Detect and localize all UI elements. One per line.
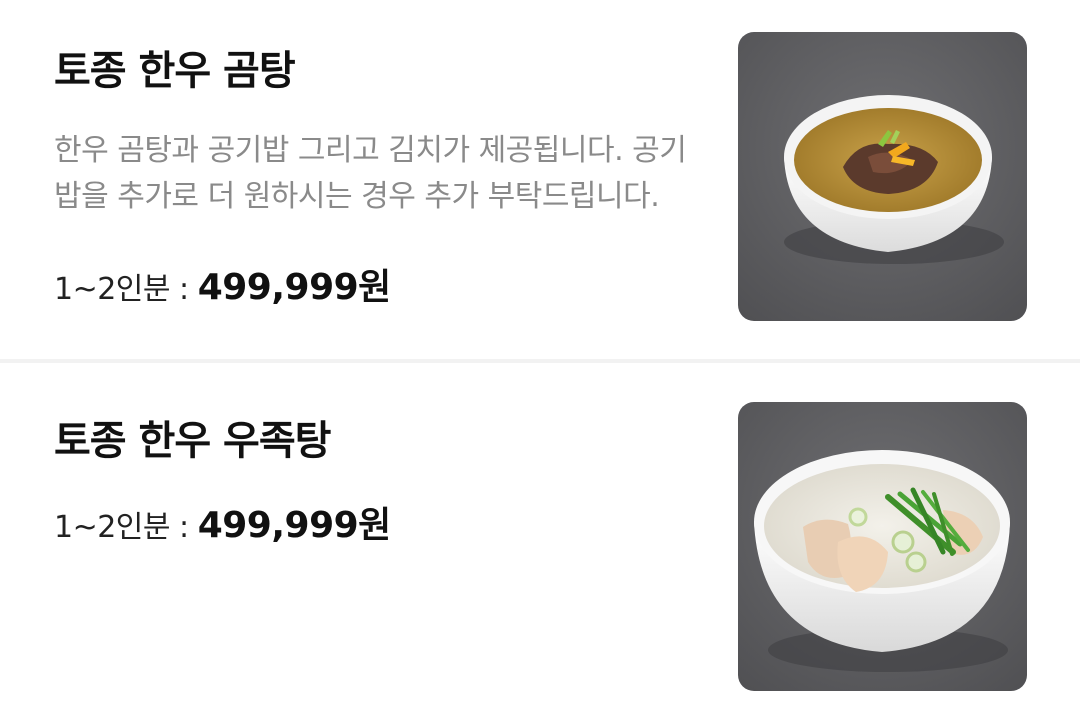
price-row: 1~2인분 : 499,999원 bbox=[54, 496, 391, 548]
beef-bone-soup-photo-icon bbox=[738, 32, 1027, 321]
menu-item-title: 토종 한우 우족탕 bbox=[54, 418, 331, 464]
menu-item-ujoktang[interactable]: 토종 한우 우족탕 1~2인분 : 499,999원 bbox=[0, 363, 1080, 720]
menu-item-photo[interactable] bbox=[738, 32, 1027, 321]
portion-label: 1~2인분 : bbox=[54, 272, 198, 307]
portion-label: 1~2인분 : bbox=[54, 510, 198, 545]
menu-list: 토종 한우 곰탕 한우 곰탕과 공기밥 그리고 김치가 제공됩니다. 공기밥을 … bbox=[0, 0, 1080, 720]
price-value: 499,999원 bbox=[197, 267, 392, 308]
price-value: 499,999원 bbox=[197, 505, 392, 546]
ox-feet-soup-photo-icon bbox=[738, 402, 1027, 691]
menu-item-photo[interactable] bbox=[738, 402, 1027, 691]
price-row: 1~2인분 : 499,999원 bbox=[54, 258, 391, 310]
menu-item-description: 한우 곰탕과 공기밥 그리고 김치가 제공됩니다. 공기밥을 추가로 더 원하시… bbox=[54, 133, 687, 214]
menu-item-gomtang[interactable]: 토종 한우 곰탕 한우 곰탕과 공기밥 그리고 김치가 제공됩니다. 공기밥을 … bbox=[0, 0, 1080, 360]
menu-item-title: 토종 한우 곰탕 bbox=[54, 48, 296, 94]
